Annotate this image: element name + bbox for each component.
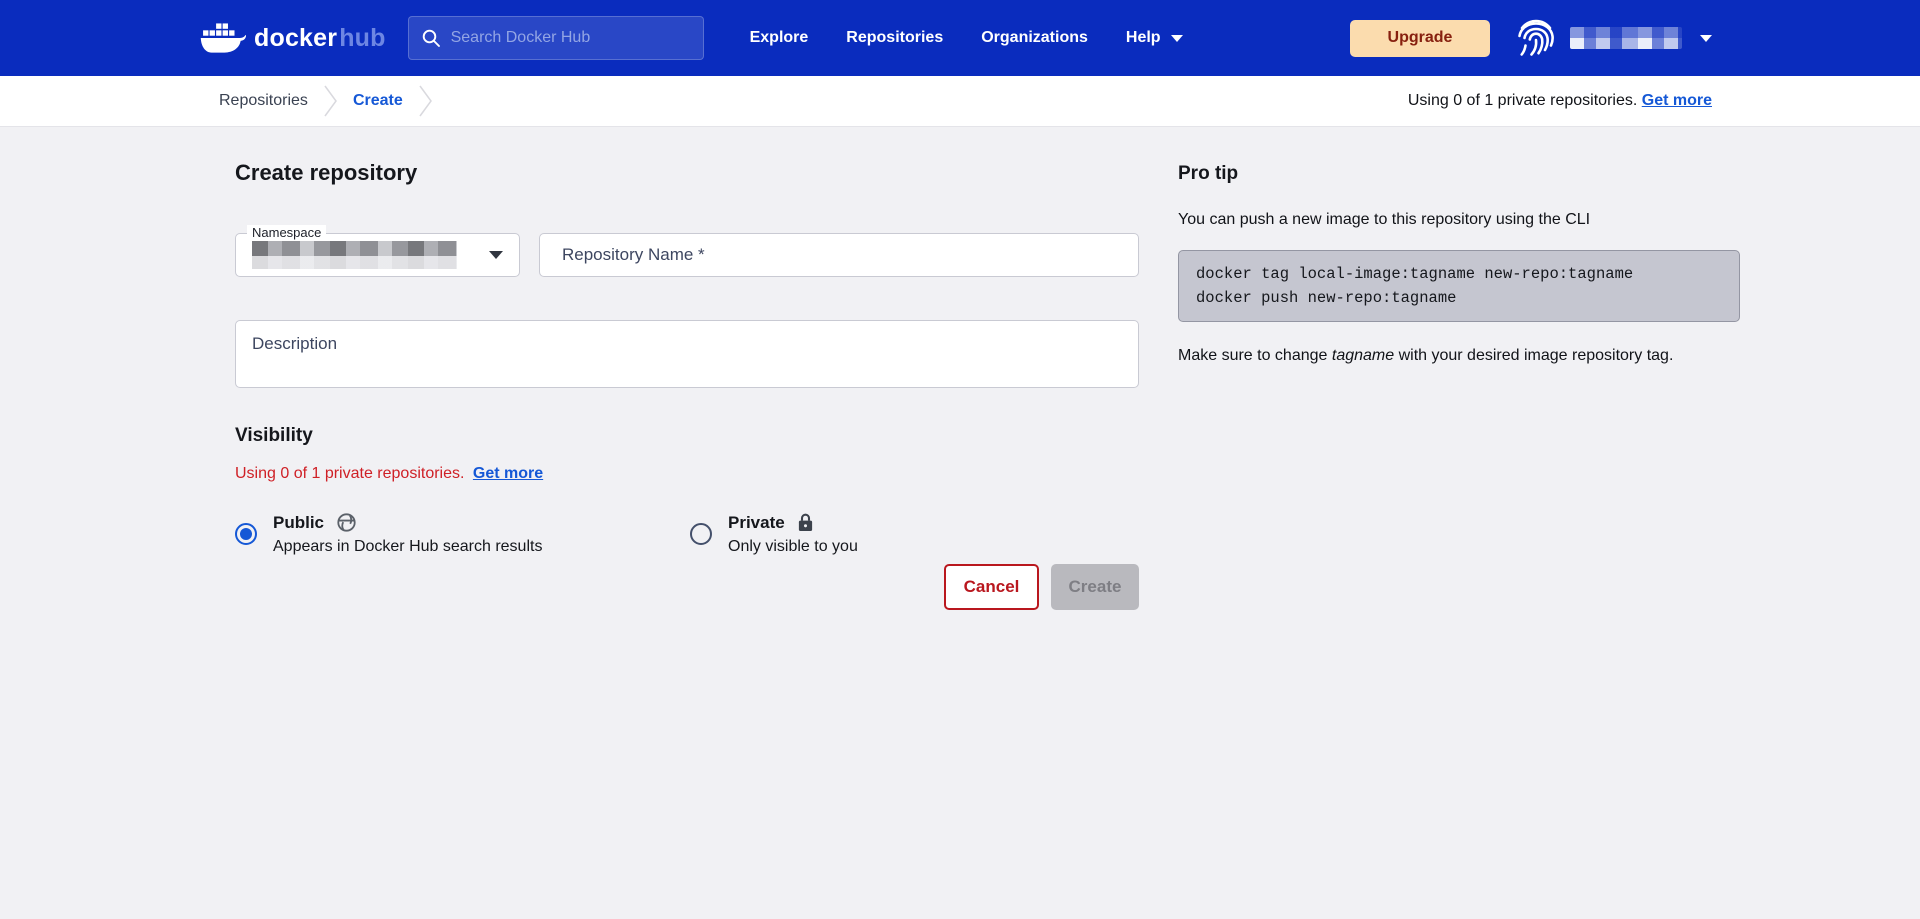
description-textarea[interactable] (235, 320, 1139, 388)
public-desc: Appears in Docker Hub search results (273, 538, 542, 556)
search-input[interactable] (451, 29, 691, 47)
globe-icon (336, 512, 357, 533)
form-actions: Cancel Create (235, 564, 1139, 610)
get-more-link[interactable]: Get more (1642, 92, 1712, 109)
chevron-down-icon (489, 251, 503, 259)
brand-hub-text: hub (339, 24, 385, 52)
chevron-down-icon (1700, 35, 1712, 42)
pro-tip-title: Pro tip (1178, 163, 1740, 185)
chevron-down-icon (1171, 35, 1183, 42)
breadcrumb: Repositories Create (219, 85, 432, 117)
pro-tip-note: Make sure to change tagname with your de… (1178, 347, 1740, 365)
breadcrumb-create[interactable]: Create (353, 92, 403, 110)
nav-help-label: Help (1126, 29, 1161, 47)
note-prefix: Make sure to change (1178, 347, 1332, 364)
brand-docker-text: docker (254, 24, 337, 52)
pro-tip-intro: You can push a new image to this reposit… (1178, 211, 1740, 229)
note-italic: tagname (1332, 347, 1394, 364)
nav-explore[interactable]: Explore (750, 29, 809, 47)
code-line: docker push new-repo:tagname (1196, 286, 1722, 310)
visibility-options: Public Appears in Docker Hub search resu… (235, 512, 1139, 556)
breadcrumb-separator-icon (324, 85, 337, 117)
lock-icon (797, 512, 814, 533)
username-redacted (1570, 27, 1682, 49)
create-repository-form: Create repository Namespace Visibility U… (235, 160, 1139, 610)
upgrade-button[interactable]: Upgrade (1350, 20, 1490, 57)
private-desc: Only visible to you (728, 538, 858, 556)
namespace-select[interactable]: Namespace (235, 233, 520, 277)
pro-tip-panel: Pro tip You can push a new image to this… (1178, 160, 1740, 610)
get-more-link[interactable]: Get more (473, 465, 543, 482)
visibility-option-public[interactable]: Public Appears in Docker Hub search resu… (235, 512, 690, 556)
search-icon (421, 28, 441, 48)
docker-whale-icon (200, 21, 246, 55)
docker-hub-logo[interactable]: dockerhub (200, 21, 386, 55)
nav-organizations[interactable]: Organizations (981, 29, 1088, 47)
namespace-value-redacted (252, 241, 457, 269)
visibility-option-private[interactable]: Private Only visible to you (690, 512, 858, 556)
brand-wordmark: dockerhub (254, 24, 386, 53)
name-fields-row: Namespace (235, 233, 1139, 277)
user-menu[interactable] (1512, 14, 1712, 62)
visibility-warning: Using 0 of 1 private repositories. Get m… (235, 465, 1139, 483)
create-button[interactable]: Create (1051, 564, 1139, 610)
page-title: Create repository (235, 160, 1139, 186)
navbar-right: Upgrade (1350, 14, 1712, 62)
nav-repositories[interactable]: Repositories (846, 29, 943, 47)
breadcrumb-separator-icon (419, 85, 432, 117)
global-search[interactable] (408, 16, 704, 60)
radio-unselected-icon[interactable] (690, 523, 712, 545)
private-label: Private (728, 513, 785, 533)
fingerprint-avatar-icon (1512, 14, 1560, 62)
code-line: docker tag local-image:tagname new-repo:… (1196, 262, 1722, 286)
breadcrumb-bar: Repositories Create Using 0 of 1 private… (0, 76, 1920, 127)
note-suffix: with your desired image repository tag. (1394, 347, 1673, 364)
cli-code-block: docker tag local-image:tagname new-repo:… (1178, 250, 1740, 322)
usage-text: Using 0 of 1 private repositories. (1408, 92, 1637, 109)
repository-name-input[interactable] (539, 233, 1139, 277)
primary-nav: Explore Repositories Organizations Help (750, 29, 1183, 47)
nav-help[interactable]: Help (1126, 29, 1183, 47)
radio-selected-icon[interactable] (235, 523, 257, 545)
main-content: Create repository Namespace Visibility U… (0, 127, 1920, 610)
top-navbar: dockerhub Explore Repositories Organizat… (0, 0, 1920, 76)
cancel-button[interactable]: Cancel (944, 564, 1039, 610)
public-label: Public (273, 513, 324, 533)
private-repo-usage: Using 0 of 1 private repositories. Get m… (1408, 92, 1712, 110)
namespace-label: Namespace (247, 225, 326, 240)
breadcrumb-repositories[interactable]: Repositories (219, 92, 308, 110)
visibility-title: Visibility (235, 425, 1139, 447)
visibility-warning-text: Using 0 of 1 private repositories. (235, 465, 464, 482)
